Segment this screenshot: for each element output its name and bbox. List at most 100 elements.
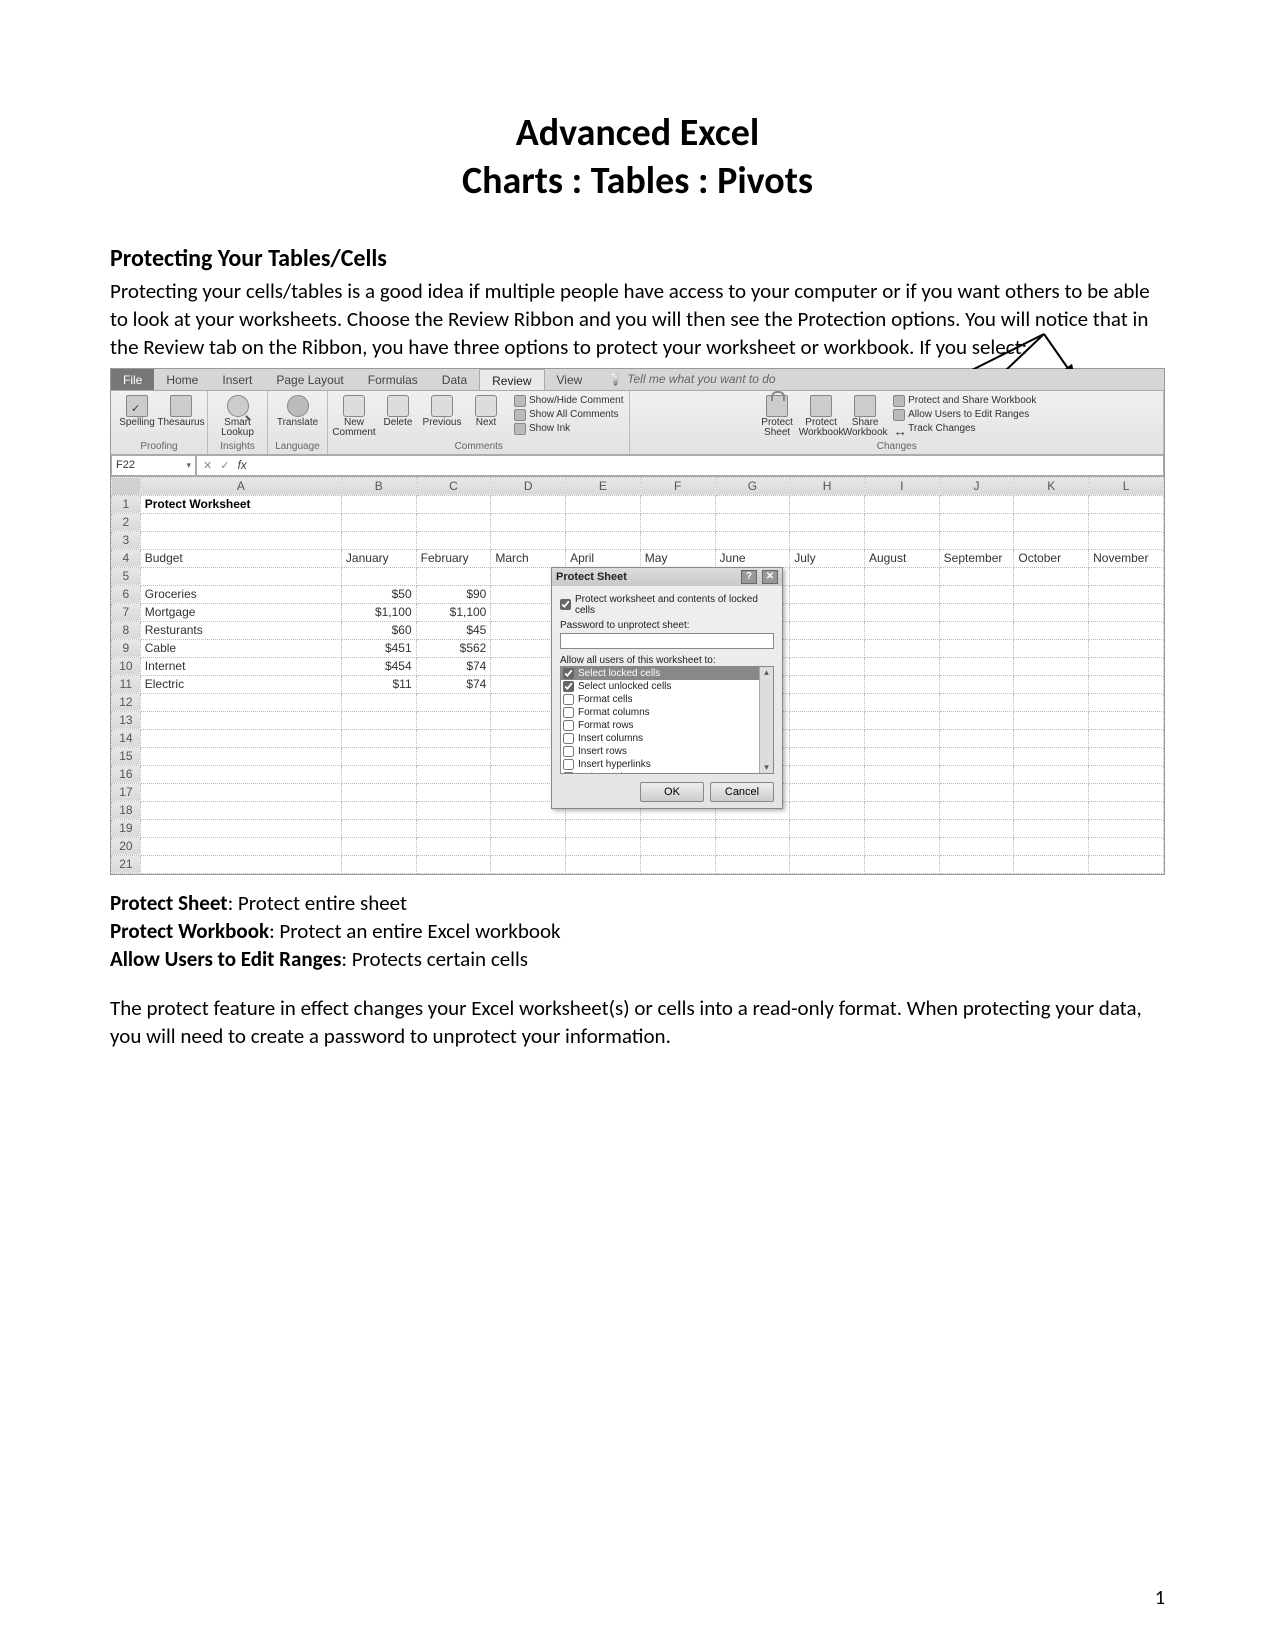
permission-option[interactable]: Select unlocked cells (561, 680, 773, 693)
cell[interactable] (864, 657, 939, 675)
dialog-ok-button[interactable]: OK (640, 782, 704, 802)
cell[interactable] (790, 837, 865, 855)
cell[interactable] (715, 855, 790, 873)
cell[interactable] (790, 855, 865, 873)
cell[interactable] (1014, 855, 1089, 873)
cell[interactable] (1089, 837, 1164, 855)
smart-lookup-button[interactable]: Smart Lookup (218, 395, 258, 439)
permission-checkbox[interactable] (563, 759, 574, 770)
column-header[interactable]: E (566, 477, 641, 495)
cell[interactable]: $45 (416, 621, 491, 639)
cell[interactable] (864, 621, 939, 639)
cell[interactable]: $74 (416, 657, 491, 675)
prev-comment-button[interactable]: Previous (422, 395, 462, 429)
column-header[interactable]: L (1089, 477, 1164, 495)
cell[interactable] (864, 837, 939, 855)
cell[interactable]: Mortgage (140, 603, 341, 621)
cell[interactable] (1014, 621, 1089, 639)
cell[interactable]: $1,100 (341, 603, 416, 621)
cell[interactable] (790, 693, 865, 711)
cell[interactable] (416, 765, 491, 783)
dialog-cancel-button[interactable]: Cancel (710, 782, 774, 802)
permission-checkbox[interactable] (563, 694, 574, 705)
next-comment-button[interactable]: Next (466, 395, 506, 429)
cell[interactable]: November (1089, 549, 1164, 567)
translate-button[interactable]: Translate (278, 395, 318, 429)
cell[interactable] (1089, 495, 1164, 513)
cell[interactable] (864, 585, 939, 603)
allow-edit-ranges-button[interactable]: Allow Users to Edit Ranges (893, 409, 1029, 421)
cell[interactable] (790, 747, 865, 765)
cell[interactable] (1089, 513, 1164, 531)
cell[interactable] (790, 783, 865, 801)
select-all-corner[interactable] (112, 477, 141, 495)
cell[interactable] (1089, 747, 1164, 765)
cell[interactable] (640, 855, 715, 873)
permission-option[interactable]: Format columns (561, 706, 773, 719)
tab-view[interactable]: View (545, 369, 595, 390)
cell[interactable] (341, 819, 416, 837)
column-header[interactable]: K (1014, 477, 1089, 495)
cell[interactable] (864, 855, 939, 873)
cell[interactable] (790, 603, 865, 621)
share-workbook-button[interactable]: Share Workbook (845, 395, 885, 439)
cancel-formula-icon[interactable]: ✕ (203, 459, 212, 472)
cell[interactable] (416, 495, 491, 513)
cell[interactable]: July (790, 549, 865, 567)
cell[interactable] (790, 621, 865, 639)
cell[interactable] (1089, 621, 1164, 639)
row-header[interactable]: 6 (112, 585, 141, 603)
permissions-listbox[interactable]: Select locked cellsSelect unlocked cells… (560, 666, 774, 774)
cell[interactable] (566, 837, 641, 855)
cell[interactable]: $90 (416, 585, 491, 603)
cell[interactable] (140, 567, 341, 585)
cell[interactable] (1014, 729, 1089, 747)
cell[interactable] (1014, 567, 1089, 585)
row-header[interactable]: 13 (112, 711, 141, 729)
cell[interactable] (939, 675, 1014, 693)
cell[interactable] (491, 855, 566, 873)
cell[interactable] (140, 765, 341, 783)
column-header[interactable]: A (140, 477, 341, 495)
cell[interactable] (864, 531, 939, 549)
cell[interactable] (1089, 801, 1164, 819)
permission-checkbox[interactable] (563, 707, 574, 718)
cell[interactable] (790, 711, 865, 729)
tab-data[interactable]: Data (430, 369, 479, 390)
tab-home[interactable]: Home (154, 369, 210, 390)
show-ink-button[interactable]: Show Ink (514, 423, 570, 435)
cell[interactable] (640, 531, 715, 549)
cell[interactable] (566, 513, 641, 531)
row-header[interactable]: 20 (112, 837, 141, 855)
cell[interactable] (790, 729, 865, 747)
new-comment-button[interactable]: New Comment (334, 395, 374, 439)
cell[interactable] (939, 747, 1014, 765)
cell[interactable] (939, 657, 1014, 675)
delete-comment-button[interactable]: Delete (378, 395, 418, 429)
row-header[interactable]: 3 (112, 531, 141, 549)
permission-option[interactable]: Insert columns (561, 732, 773, 745)
row-header[interactable]: 2 (112, 513, 141, 531)
cell[interactable] (566, 819, 641, 837)
row-header[interactable]: 19 (112, 819, 141, 837)
permission-checkbox[interactable] (563, 681, 574, 692)
cell[interactable] (864, 711, 939, 729)
protect-contents-input[interactable] (560, 599, 571, 610)
cell[interactable] (1089, 855, 1164, 873)
permission-checkbox[interactable] (563, 733, 574, 744)
cell[interactable] (416, 855, 491, 873)
cell[interactable] (1089, 531, 1164, 549)
cell[interactable]: March (491, 549, 566, 567)
row-header[interactable]: 1 (112, 495, 141, 513)
cell[interactable] (790, 675, 865, 693)
tab-review[interactable]: Review (479, 369, 544, 390)
cell[interactable] (140, 801, 341, 819)
cell[interactable] (140, 837, 341, 855)
cell[interactable] (1089, 783, 1164, 801)
cell[interactable] (341, 513, 416, 531)
cell[interactable] (140, 711, 341, 729)
cell[interactable] (939, 639, 1014, 657)
show-all-comments-button[interactable]: Show All Comments (514, 409, 618, 421)
cell[interactable] (341, 729, 416, 747)
cell[interactable] (1089, 765, 1164, 783)
